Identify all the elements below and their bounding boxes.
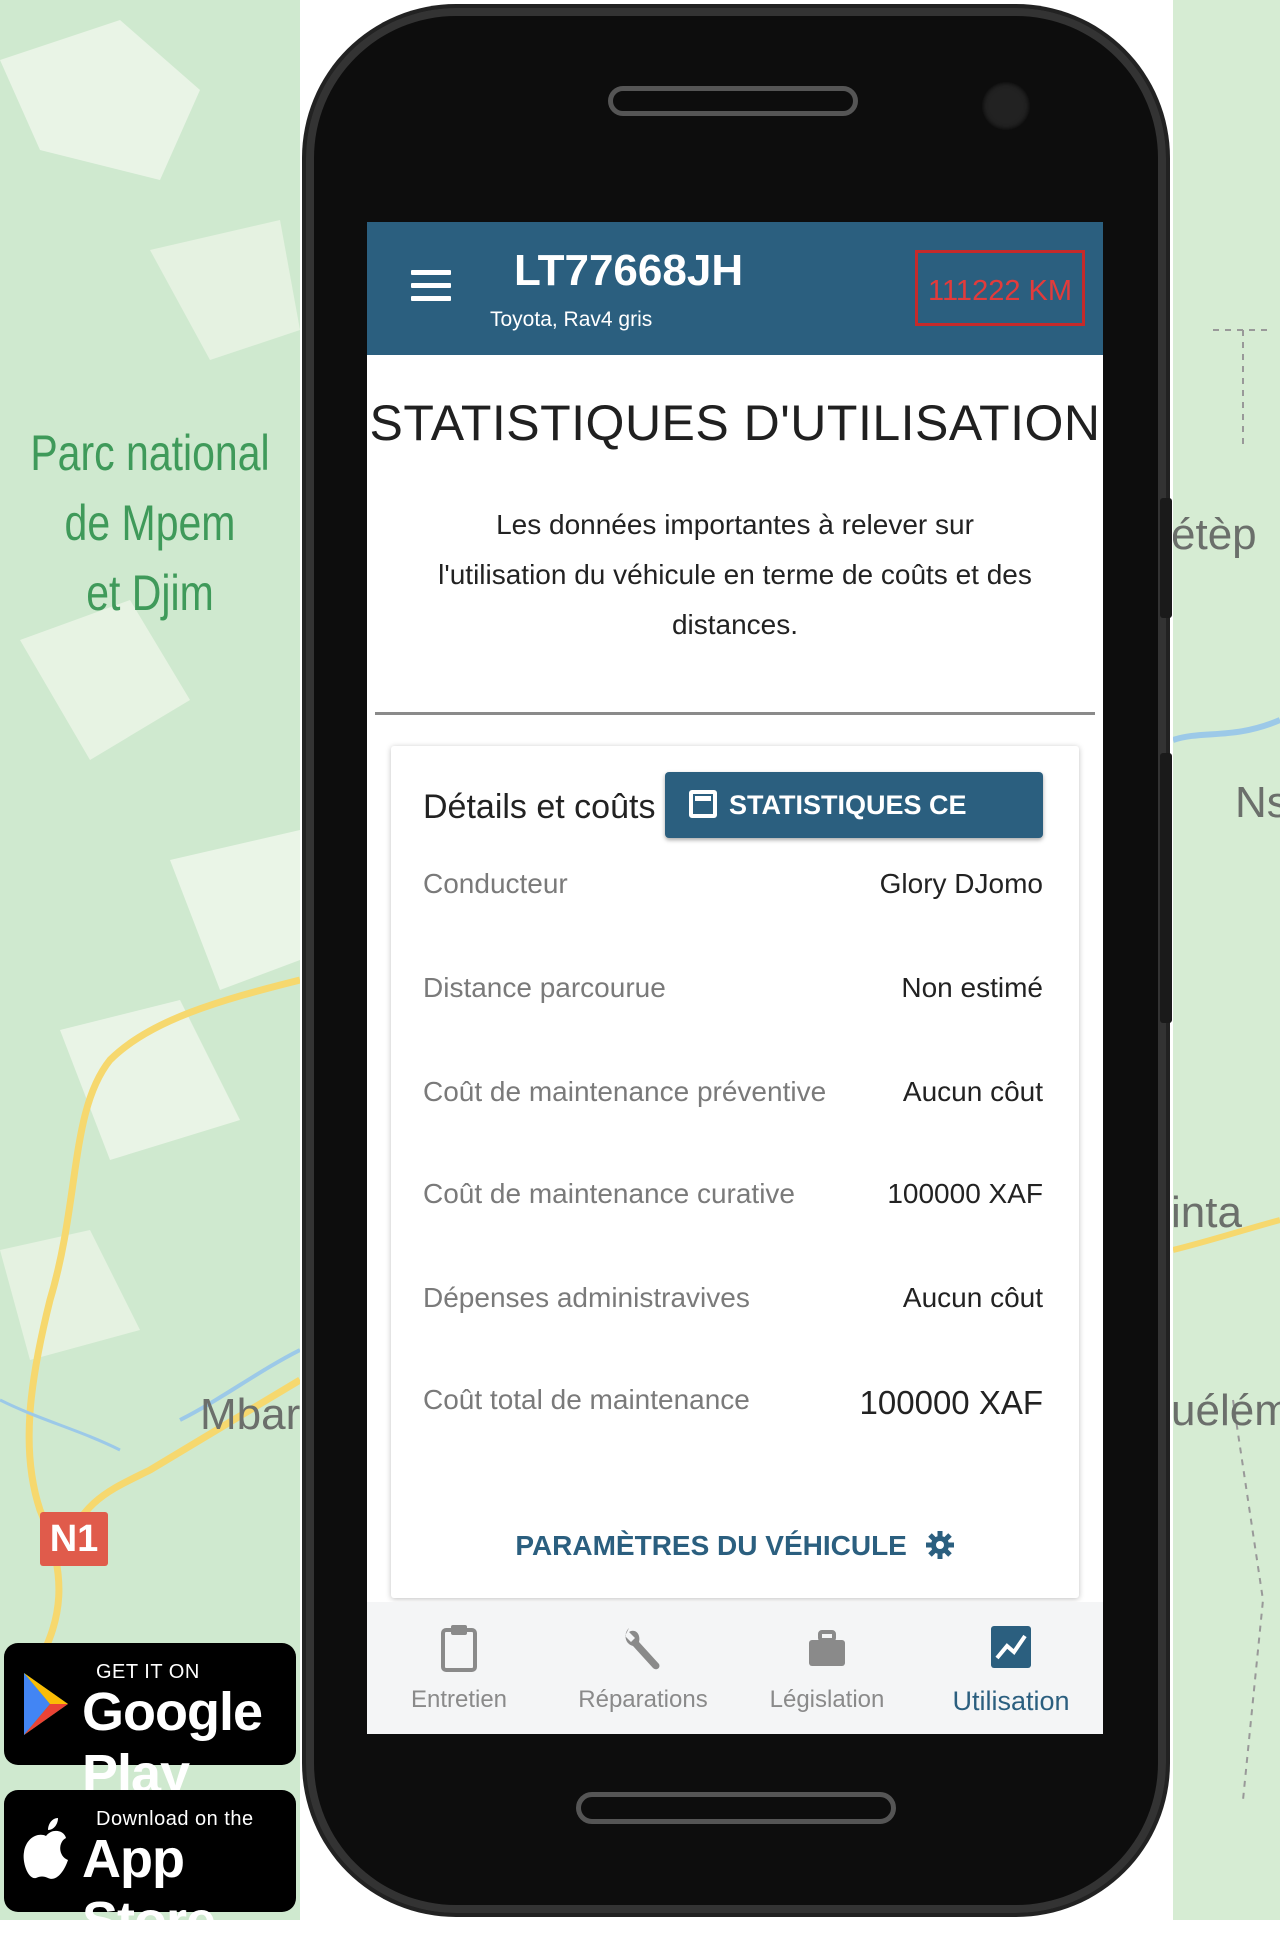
divider — [375, 712, 1095, 715]
vehicle-settings-link[interactable]: PARAMÈTRES DU VÉHICULE — [391, 1530, 1079, 1562]
vehicle-plate: LT77668JH — [514, 246, 744, 295]
app-bar: LT77668JH Toyota, Rav4 gris 111222 KM — [367, 222, 1103, 355]
wrench-icon — [625, 1628, 660, 1670]
phone-home-bar — [576, 1792, 896, 1824]
app-store-badge[interactable]: Download on the App Store — [4, 1790, 296, 1951]
stat-row-total: Coût total de maintenance 100000 XAF — [423, 1384, 1043, 1424]
clipboard-icon — [441, 1625, 477, 1672]
stat-row-curative: Coût de maintenance curative 100000 XAF — [423, 1178, 1043, 1218]
stat-value: 100000 XAF — [887, 1178, 1043, 1209]
place-label: Ns — [1235, 778, 1280, 827]
stat-label: Distance parcourue — [423, 972, 666, 1003]
chart-icon — [991, 1626, 1031, 1668]
phone-camera — [982, 82, 1030, 130]
vehicle-model: Toyota, Rav4 gris — [490, 308, 653, 331]
stat-label: Conducteur — [423, 868, 568, 899]
map-background-left: Parc national de Mpem et Djim Mbar N1 — [0, 0, 300, 1920]
phone-side-button — [1160, 498, 1172, 618]
gear-icon — [925, 1531, 954, 1559]
nav-label: Entretien — [410, 1686, 508, 1713]
map-terrain — [1173, 329, 1280, 1801]
stat-value: Glory DJomo — [879, 868, 1043, 899]
monthly-stats-button[interactable]: STATISTIQUES CE MOIS — [665, 772, 1043, 886]
calendar-icon — [689, 790, 717, 818]
stat-label: Dépenses administravives — [423, 1282, 750, 1313]
nav-item-utilisation[interactable]: Utilisation — [919, 1602, 1103, 1734]
odometer-badge[interactable]: 111222 KM — [915, 250, 1085, 326]
stat-row-distance: Distance parcourue Non estimé — [423, 972, 1043, 1012]
park-label: Parc national de Mpem et Djim — [30, 425, 270, 621]
nav-item-entretien[interactable]: Entretien — [367, 1602, 551, 1734]
stat-row-preventive: Coût de maintenance préventive Aucun côu… — [423, 1076, 1043, 1116]
stat-label: Coût de maintenance préventive — [423, 1076, 827, 1107]
stat-value: Non estimé — [901, 972, 1043, 1003]
google-play-badge[interactable]: GET IT ON Google Play — [4, 1643, 296, 1804]
nav-item-legislation[interactable]: Législation — [735, 1602, 919, 1734]
stat-label: Coût de maintenance curative — [423, 1178, 795, 1209]
nav-item-reparations[interactable]: Réparations — [551, 1602, 735, 1734]
phone-side-button — [1160, 753, 1172, 1023]
store-big-text: Google Play — [82, 1682, 263, 1804]
nav-label: Réparations — [578, 1686, 708, 1713]
vehicle-settings-label: PARAMÈTRES DU VÉHICULE — [515, 1530, 907, 1561]
stat-label: Coût total de maintenance — [423, 1384, 750, 1415]
map-terrain — [0, 20, 300, 1662]
stat-row-admin: Dépenses administravives Aucun côut — [423, 1282, 1043, 1322]
store-big-text: App Store — [82, 1829, 216, 1951]
card-title: Détails et coûts — [423, 788, 656, 826]
place-label: uélém — [1173, 1386, 1280, 1435]
stat-value: Aucun côut — [902, 1282, 1043, 1313]
page-intro: Les données importantes à relever sur l'… — [438, 509, 1032, 640]
place-label: inta — [1173, 1188, 1242, 1237]
nav-label: Utilisation — [952, 1686, 1070, 1716]
place-label: étèp — [1173, 510, 1257, 559]
app-screen: LT77668JH Toyota, Rav4 gris 111222 KM ST… — [367, 222, 1103, 1734]
apple-icon — [23, 1818, 68, 1879]
briefcase-icon — [809, 1630, 845, 1666]
phone-speaker — [608, 86, 858, 116]
nav-label: Législation — [769, 1686, 885, 1713]
bottom-nav: Entretien Réparations Législation Utilis… — [367, 1602, 1103, 1734]
stat-row-driver: Conducteur Glory DJomo — [423, 868, 1043, 908]
map-background-right: étèp Ns inta uélém — [1173, 0, 1280, 1920]
stat-value: 100000 XAF — [859, 1384, 1043, 1421]
google-play-icon — [24, 1673, 68, 1735]
stat-value: Aucun côut — [902, 1076, 1043, 1107]
stats-card: Détails et coûts STATISTIQUES CE MOIS Co… — [391, 746, 1079, 1598]
town-label: Mbar — [200, 1390, 300, 1439]
menu-icon[interactable] — [411, 270, 451, 302]
road-badge: N1 — [40, 1512, 108, 1566]
page-title: STATISTIQUES D'UTILISATION — [369, 395, 1101, 451]
